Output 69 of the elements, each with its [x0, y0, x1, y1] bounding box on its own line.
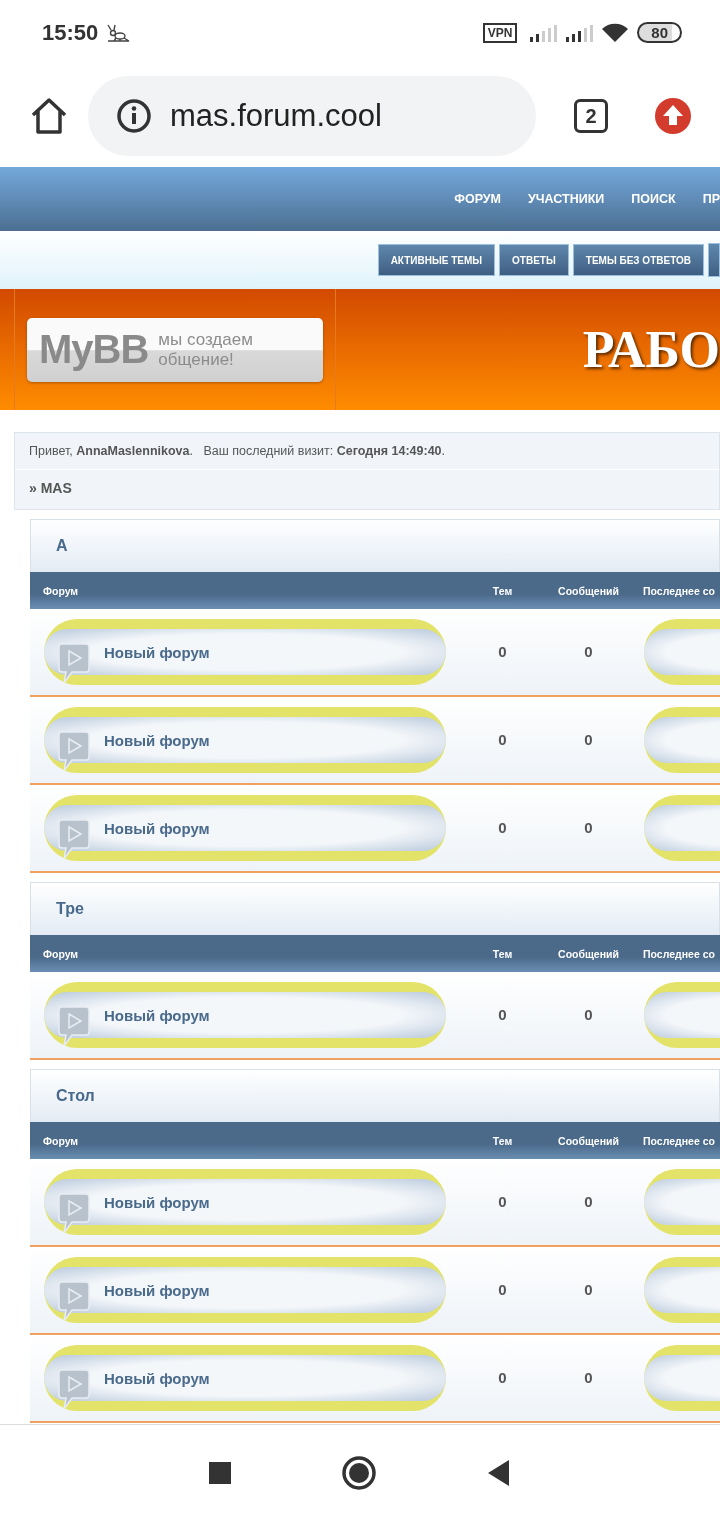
category-title[interactable]: А [56, 537, 68, 555]
topic-count: 0 [498, 643, 507, 660]
column-header: Сообщений [557, 1134, 620, 1147]
home-button[interactable] [341, 1454, 377, 1491]
signal-icon [529, 23, 558, 42]
column-header: Последнее со [642, 1134, 715, 1147]
speech-bubble-icon [56, 1367, 92, 1411]
forum-link-pill[interactable]: Новый форум [44, 707, 446, 773]
clock-time: 15:50 [42, 19, 99, 46]
post-count: 0 [584, 1369, 593, 1386]
post-count: 0 [584, 819, 593, 836]
column-header: Сообщений [557, 584, 620, 597]
info-icon[interactable] [116, 98, 152, 134]
speech-bubble-icon [56, 1279, 92, 1323]
signal-icon [565, 23, 594, 42]
speech-bubble-icon [56, 1191, 92, 1235]
category-title[interactable]: Тре [56, 900, 84, 918]
post-count: 0 [584, 1006, 593, 1023]
recent-apps-button[interactable] [209, 1461, 231, 1484]
forum-link-pill[interactable]: Новый форум [44, 795, 446, 861]
welcome-text: Привет, AnnaMaslennikova. Ваш последний визит: Сегодня 14:49:40. [29, 444, 445, 458]
address-bar[interactable]: mas.forum.cool [88, 76, 536, 156]
battery-indicator: 80 [637, 22, 682, 43]
column-header: Форум [42, 947, 80, 960]
post-count: 0 [584, 1193, 593, 1210]
column-header: Форум [42, 584, 80, 597]
column-header: Тем [491, 1134, 514, 1147]
column-header: Форум [42, 1134, 80, 1147]
breadcrumb[interactable]: » MAS [29, 480, 72, 496]
home-icon[interactable] [30, 97, 68, 135]
vpn-indicator: VPN [482, 22, 518, 43]
bug-icon [106, 23, 131, 42]
topic-count: 0 [498, 1193, 507, 1210]
topic-count: 0 [498, 819, 507, 836]
nav-link[interactable]: ФОРУМ [454, 192, 502, 206]
speech-bubble-icon [56, 817, 92, 861]
column-header: Тем [491, 947, 514, 960]
post-count: 0 [584, 731, 593, 748]
subnav-button[interactable]: АКТИВНЫЕ ТЕМЫ [377, 244, 496, 276]
forum-link-pill[interactable]: Новый форум [44, 1257, 446, 1323]
column-header: Сообщений [557, 947, 620, 960]
post-count: 0 [584, 643, 593, 660]
speech-bubble-icon [56, 641, 92, 685]
tab-count-button[interactable]: 2 [574, 99, 608, 133]
topic-count: 0 [498, 1006, 507, 1023]
topic-count: 0 [498, 1369, 507, 1386]
category-title[interactable]: Стол [56, 1087, 95, 1105]
forum-link-pill[interactable]: Новый форум [44, 982, 446, 1048]
nav-link[interactable]: ПОИСК [631, 192, 676, 206]
back-button[interactable] [487, 1458, 511, 1487]
subnav-button[interactable]: ОТВЕТЫ [499, 244, 569, 276]
site-title: РАБО [582, 320, 720, 379]
subnav-button[interactable] [708, 243, 720, 277]
wifi-icon [601, 22, 630, 43]
forum-link-pill[interactable]: Новый форум [44, 1345, 446, 1411]
topic-count: 0 [498, 731, 507, 748]
topic-count: 0 [498, 1281, 507, 1298]
column-header: Тем [491, 584, 514, 597]
speech-bubble-icon [56, 729, 92, 773]
column-header: Последнее со [642, 947, 715, 960]
forum-link-pill[interactable]: Новый форум [44, 1169, 446, 1235]
update-icon[interactable] [654, 97, 692, 135]
post-count: 0 [584, 1281, 593, 1298]
forum-link-pill[interactable]: Новый форум [44, 619, 446, 685]
nav-link[interactable]: ПР [702, 192, 720, 206]
speech-bubble-icon [56, 1004, 92, 1048]
subnav-button[interactable]: ТЕМЫ БЕЗ ОТВЕТОВ [572, 244, 704, 276]
nav-link[interactable]: УЧАСТНИКИ [528, 192, 605, 206]
column-header: Последнее со [642, 584, 715, 597]
